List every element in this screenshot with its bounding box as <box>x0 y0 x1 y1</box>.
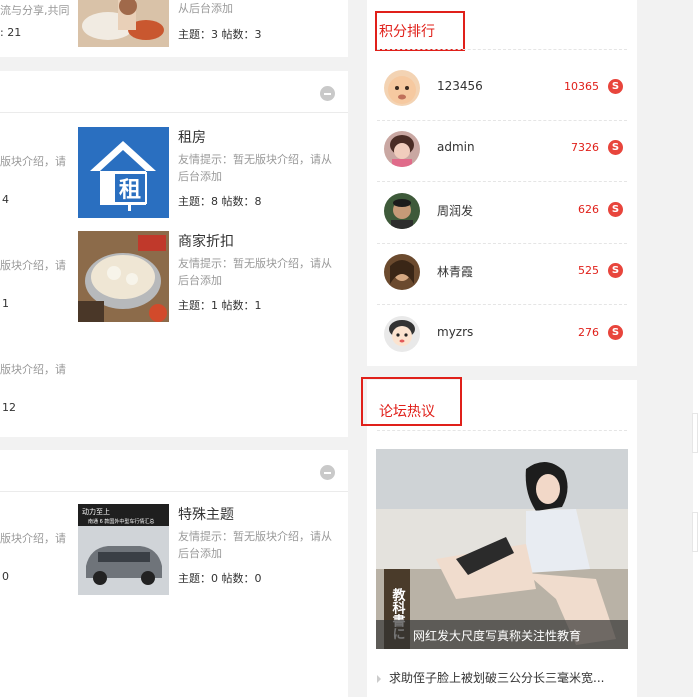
ranking-username[interactable]: 林青霞 <box>437 263 473 280</box>
avatar[interactable] <box>384 70 420 106</box>
ranking-score: 276 <box>578 326 599 339</box>
forum-item-discount[interactable]: 商家折扣 友情提示：暂无版块介绍，请从后台添加 主题：1 帖数：1 <box>78 231 348 323</box>
divider <box>377 430 627 431</box>
ranking-title: 积分排行 <box>379 24 435 40</box>
points-ranking-panel: 积分排行 123456 10365 S admin 7326 S 周润发 626… <box>367 0 637 366</box>
coin-icon: S <box>608 202 623 217</box>
hot-topic-image[interactable]: 教科書に 网红发大尺度写真称关注性教育 <box>376 449 628 649</box>
ranking-row[interactable]: myzrs 276 S <box>377 305 627 366</box>
hot-topics-title: 论坛热议 <box>379 404 435 420</box>
forum-stats-cut: 0 <box>2 570 9 583</box>
forum-stats: 主题：1 帖数：1 <box>178 299 262 312</box>
car-banner-sub: 南通 6 款国外中型车行情汇总 <box>88 518 154 525</box>
car-banner-top: 动力至上 <box>82 507 110 516</box>
forum-stats: 主题：0 帖数：0 <box>178 572 262 585</box>
ranking-score: 626 <box>578 203 599 216</box>
forum-name[interactable]: 租房 <box>178 127 206 147</box>
page-edge <box>693 0 698 697</box>
caption-bar: 网红发大尺度写真称关注性教育 <box>376 620 628 649</box>
avatar[interactable] <box>384 193 420 229</box>
svg-text:租: 租 <box>119 178 141 203</box>
collapse-icon[interactable] <box>320 465 335 480</box>
section-header <box>0 450 348 492</box>
forum-stats-cut: 1 <box>2 297 9 310</box>
section-header <box>0 71 348 113</box>
divider <box>377 49 627 50</box>
forum-desc-cut: 版块介绍，请 <box>0 532 66 545</box>
forum-name[interactable]: 特殊主题 <box>178 504 234 524</box>
collapse-icon[interactable] <box>320 86 335 101</box>
floating-tool-tab[interactable] <box>692 512 698 552</box>
ranking-score: 7326 <box>571 141 599 154</box>
hot-image-caption[interactable]: 网红发大尺度写真称关注性教育 <box>413 627 581 644</box>
forum-desc-cut: 版块介绍，请 <box>0 259 66 272</box>
ranking-username[interactable]: myzrs <box>437 325 473 339</box>
floating-tool-tab[interactable] <box>692 413 698 453</box>
forum-section-life: 版块介绍，请 4 版块介绍，请 1 版块介绍，请 12 租 租房 友情提示：暂无… <box>0 71 348 437</box>
forum-thumbnail-discount[interactable] <box>78 231 169 322</box>
forum-thumbnail-food[interactable] <box>78 0 169 47</box>
ranking-score: 10365 <box>564 80 599 93</box>
ranking-row[interactable]: 周润发 626 S <box>377 182 627 243</box>
forum-thumbnail-rent[interactable]: 租 <box>78 127 169 218</box>
forum-thumbnail-special[interactable]: 动力至上 南通 6 款国外中型车行情汇总 <box>78 504 169 595</box>
ranking-username[interactable]: 123456 <box>437 79 483 93</box>
forum-section-special: 版块介绍，请 0 动力至上 南通 6 款国外中型车行情汇总 特殊主题 友情提示：… <box>0 450 348 697</box>
ranking-username[interactable]: admin <box>437 140 475 154</box>
avatar[interactable] <box>384 316 420 352</box>
forum-desc-cut: 版块介绍，请 <box>0 155 66 168</box>
forum-stats: 主题：3 帖数：3 <box>178 28 262 41</box>
house-rent-icon: 租 <box>78 127 169 218</box>
hot-topic-link[interactable]: 求助侄子脸上被划破三公分长三毫米宽... <box>377 669 604 686</box>
forum-desc: 友情提示：暂无版块介绍，请从后台添加 <box>178 530 332 560</box>
hot-topics-panel: 论坛热议 教科書に 网红发大尺度写真称关注性教育 求助侄子脸上被划破三公分长三毫… <box>361 377 637 697</box>
forum-desc: 友情提示：暂无版块介绍，请从后台添加 <box>178 257 332 287</box>
ranking-score: 525 <box>578 264 599 277</box>
ranking-row[interactable]: 123456 10365 S <box>377 59 627 120</box>
ranking-username[interactable]: 周润发 <box>437 202 473 219</box>
forum-stats: 主题：8 帖数：8 <box>178 195 262 208</box>
forum-item-special[interactable]: 动力至上 南通 6 款国外中型车行情汇总 特殊主题 友情提示：暂无版块介绍，请从… <box>78 504 348 596</box>
forum-desc-cut: 流与分享,共同 <box>0 4 70 17</box>
hot-topic-text[interactable]: 求助侄子脸上被划破三公分长三毫米宽... <box>389 671 604 685</box>
coin-icon: S <box>608 140 623 155</box>
ranking-row[interactable]: 林青霞 525 S <box>377 243 627 304</box>
forum-item-food[interactable]: 从后台添加 主题：3 帖数：3 <box>78 0 348 48</box>
forum-stats-cut: 12 <box>2 401 16 414</box>
forum-stats-cut: : 21 <box>0 26 22 39</box>
forum-stats-cut: 4 <box>2 193 9 206</box>
forum-name[interactable]: 商家折扣 <box>178 231 234 251</box>
forum-desc-cut: 版块介绍，请 <box>0 363 66 376</box>
avatar[interactable] <box>384 254 420 290</box>
avatar[interactable] <box>384 131 420 167</box>
bullet-arrow-icon <box>377 674 381 683</box>
ranking-row[interactable]: admin 7326 S <box>377 120 627 181</box>
forum-desc: 友情提示：暂无版块介绍，请从后台添加 <box>178 153 332 183</box>
coin-icon: S <box>608 79 623 94</box>
coin-icon: S <box>608 263 623 278</box>
forum-item-rent[interactable]: 租 租房 友情提示：暂无版块介绍，请从后台添加 主题：8 帖数：8 <box>78 127 348 219</box>
coin-icon: S <box>608 325 623 340</box>
forum-desc: 从后台添加 <box>178 2 233 15</box>
forum-section-top: 流与分享,共同 : 21 从后台添加 主题：3 帖数：3 <box>0 0 348 57</box>
